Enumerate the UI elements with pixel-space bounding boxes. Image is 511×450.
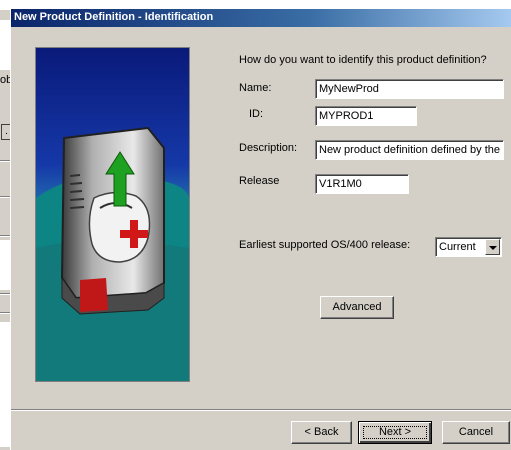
earliest-release-value: Current [439,241,476,253]
cancel-button[interactable]: Cancel [442,421,510,444]
next-button[interactable]: Next > [358,421,432,444]
name-label: Name: [239,82,272,94]
earliest-release-label: Earliest supported OS/400 release: [239,239,411,251]
product-box-icon [36,48,189,381]
advanced-button[interactable]: Advanced [320,296,394,319]
name-field[interactable]: MyNewProd [315,79,504,99]
chevron-down-icon[interactable] [485,239,500,255]
title-bar[interactable]: New Product Definition - Identification [11,9,511,27]
id-field[interactable]: MYPROD1 [315,106,417,126]
release-field[interactable]: V1R1M0 [315,174,409,194]
id-label: ID: [249,108,264,120]
earliest-release-select[interactable]: Current [435,237,502,257]
back-button[interactable]: < Back [291,421,352,444]
release-label: Release [239,175,280,187]
advanced-button-label: Advanced [332,301,382,313]
identify-question: How do you want to identify this product… [239,54,487,66]
button-separator [11,409,511,411]
cancel-button-label: Cancel [458,426,494,438]
description-field[interactable]: New product definition defined by the u [315,140,504,160]
dialog-title: New Product Definition - Identification [14,11,214,23]
next-button-label: Next > [378,426,412,438]
wizard-illustration [35,47,190,382]
description-label: Description: [239,142,298,154]
back-button-label: < Back [304,426,339,438]
new-product-dialog: New Product Definition - Identification [10,8,511,450]
